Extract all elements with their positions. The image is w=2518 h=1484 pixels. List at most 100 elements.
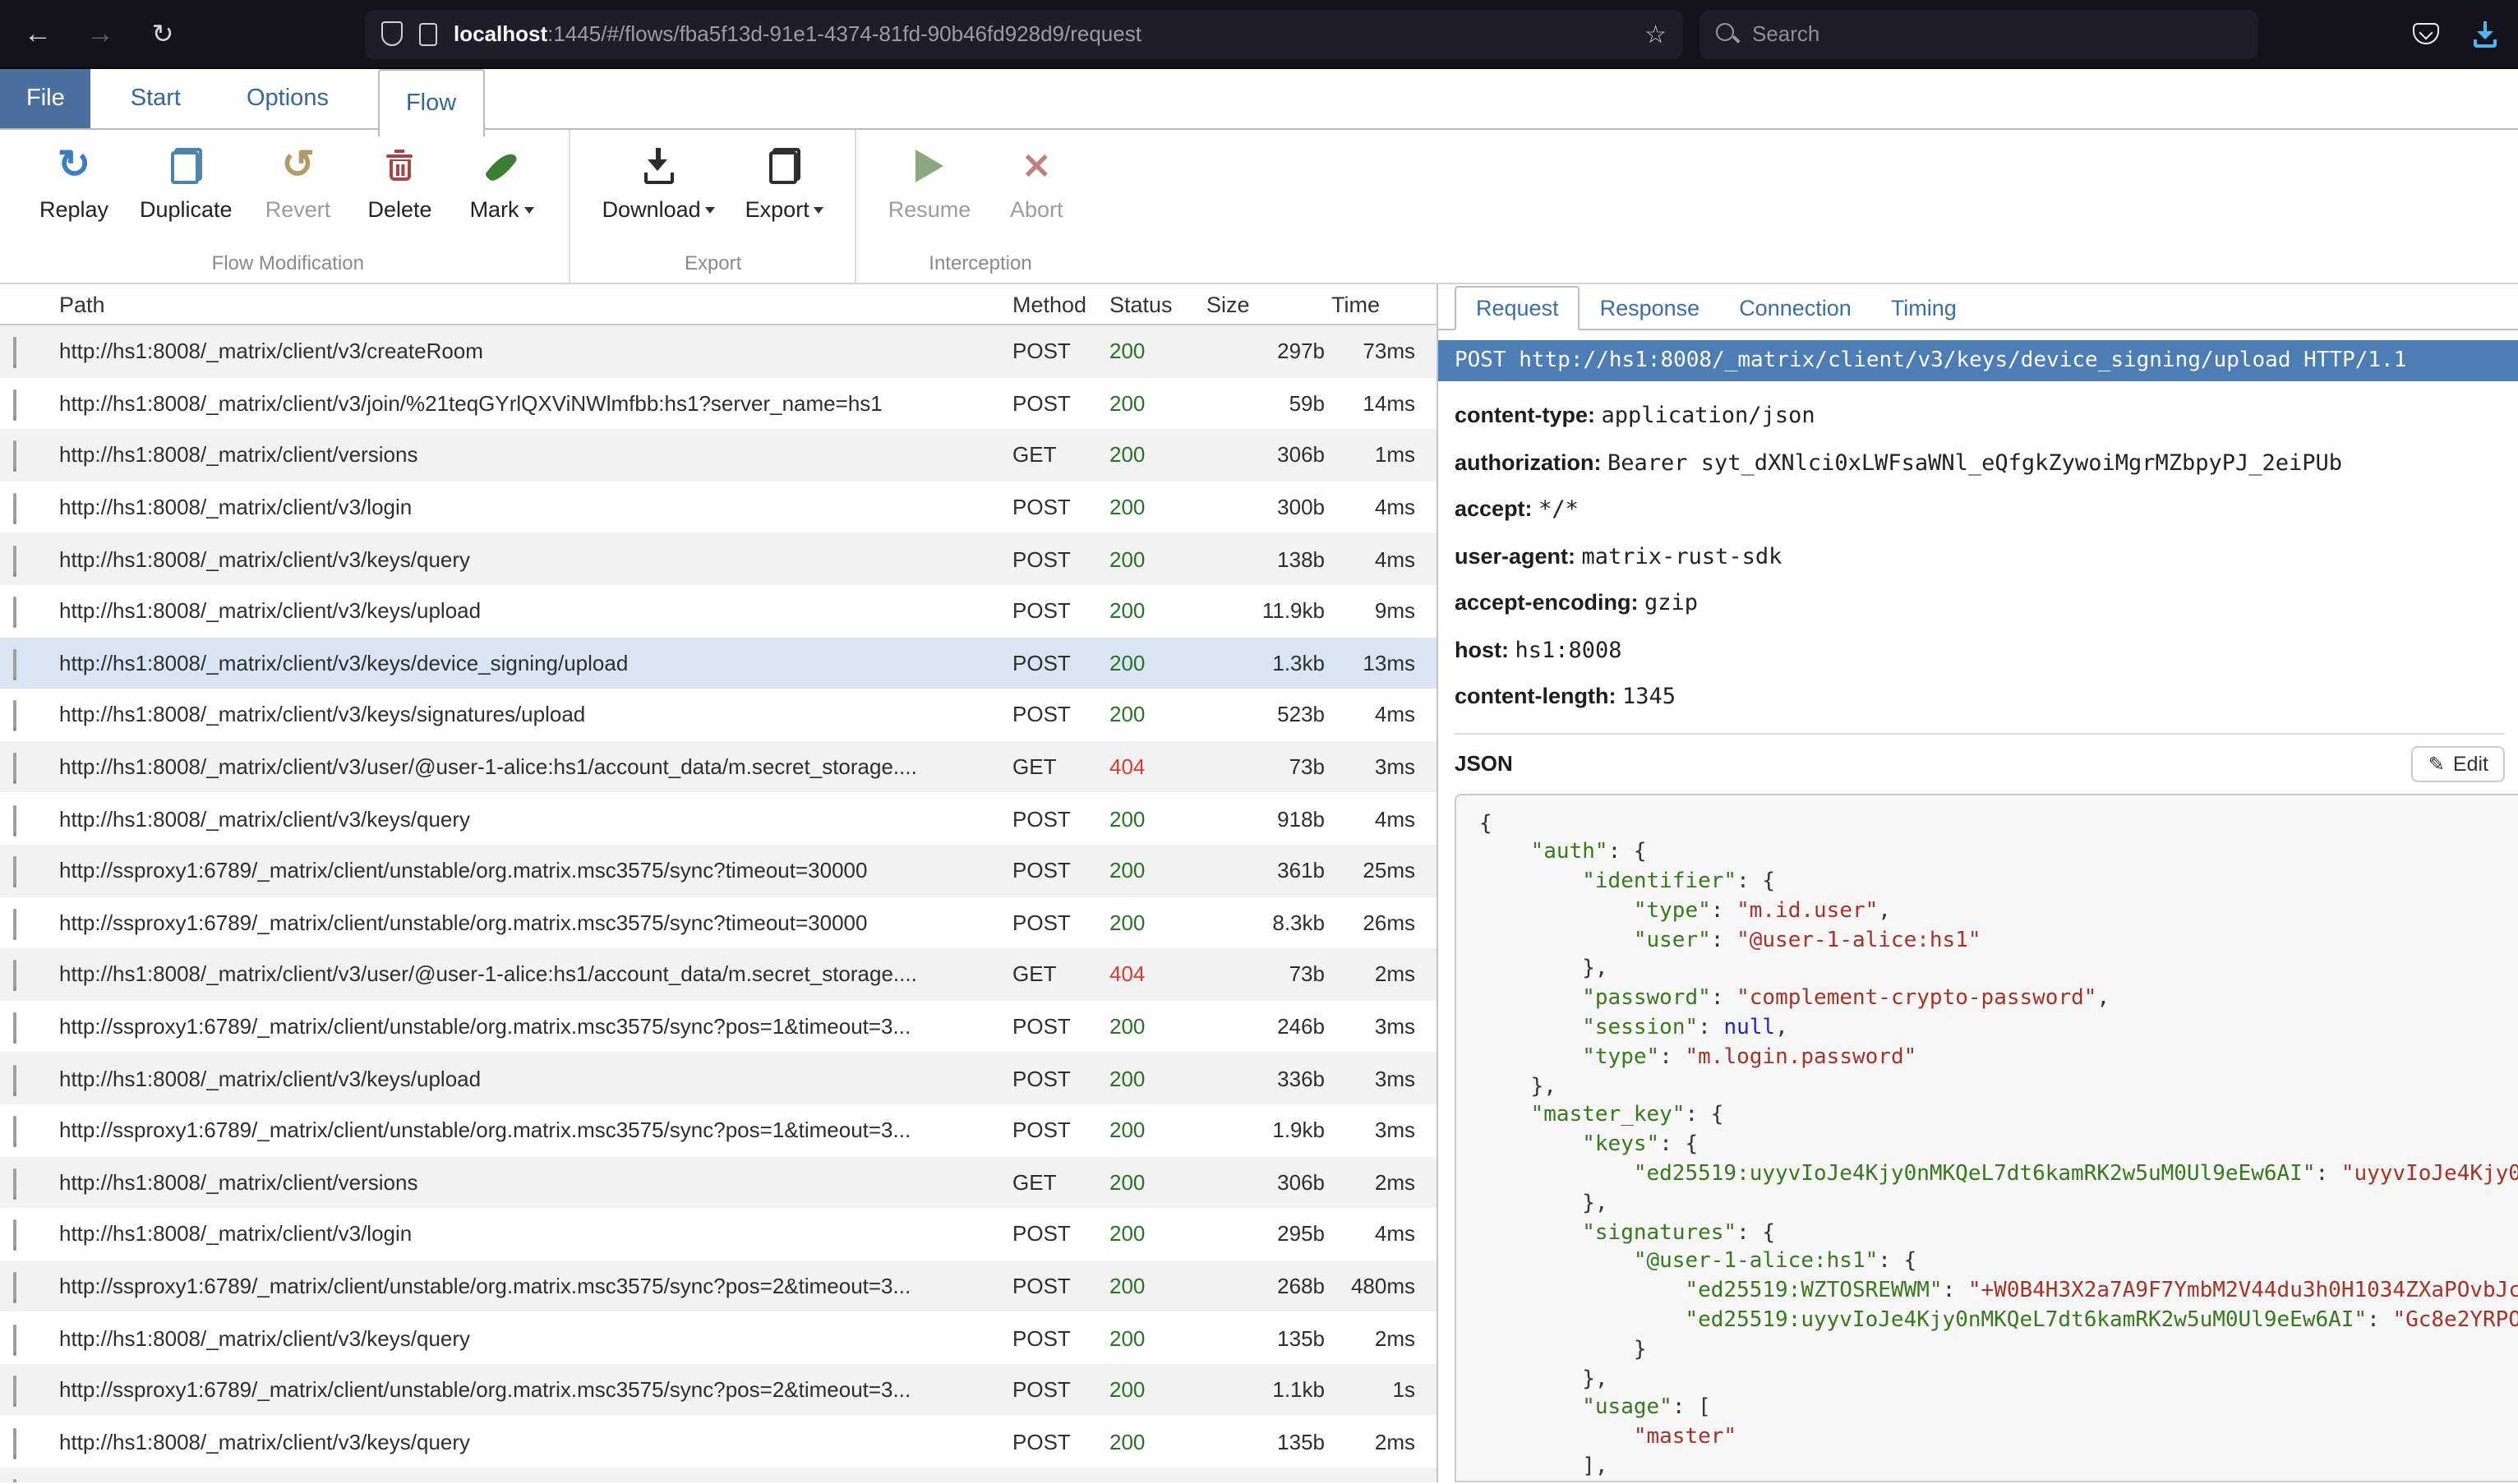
json-punct: }, [1479,1366,1608,1391]
flow-icon-cell [0,651,59,675]
json-key: "@user-1-alice:hs1" [1634,1250,1878,1274]
json-key: "session" [1582,1016,1698,1040]
flow-row[interactable]: http://hs1:8008/_matrix/client/v3/user/@… [0,948,1437,1000]
flow-size: 295b [1200,1222,1325,1247]
downloads-icon[interactable] [2472,21,2498,47]
delete-trash-icon [387,150,413,182]
flow-row[interactable]: http://hs1:8008/_matrix/client/v3/keys/q… [0,793,1437,845]
header-name: host: [1455,637,1515,661]
json-line: }, [1479,1365,2518,1394]
pocket-icon[interactable] [2413,23,2439,44]
flow-row[interactable]: http://hs1:8008/_matrix/client/v3/join/%… [0,377,1437,429]
menu-bar: File Start Options Flow [0,69,2518,130]
detail-tab-request[interactable]: Request [1455,286,1580,330]
json-line: }, [1479,1072,2518,1102]
menu-file[interactable]: File [0,69,91,128]
flow-row[interactable]: http://hs1:8008/_matrix/client/v3/keys/d… [0,637,1437,689]
reload-button[interactable]: ↻ [138,9,187,58]
request-header[interactable]: accept-encoding: gzip [1455,590,2502,616]
menu-tab-flow[interactable]: Flow [378,69,484,136]
json-punct [1479,928,1634,952]
flow-time: 3ms [1325,1014,1437,1039]
abort-button[interactable]: × Abort [1000,140,1072,248]
json-line: ], [1479,1453,2518,1482]
download-button[interactable]: Download [602,140,716,248]
flow-row[interactable]: http://hs1:8008/_matrix/client/v3/loginP… [0,482,1437,533]
flow-row[interactable]: http://ssproxy1:6789/_matrix/client/unst… [0,1000,1437,1052]
flow-row[interactable]: http://hs1:8008/_matrix/client/v3/create… [0,325,1437,377]
json-punct: : [1711,928,1736,952]
column-header-path[interactable]: Path [59,292,1012,316]
json-punct: }, [1479,957,1608,982]
flow-method: POST [1012,651,1109,675]
json-body-viewer[interactable]: { "auth": { "identifier": { "type": "m.i… [1455,793,2518,1482]
json-line: "usage": [ [1479,1394,2518,1424]
document-icon [13,961,16,992]
flow-row[interactable]: http://hs1:8008/_matrix/client/v3/keys/q… [0,1416,1437,1468]
json-punct: } [1479,1338,1647,1362]
replay-button[interactable]: ↻ Replay [38,140,110,248]
request-headers: content-type: application/json authorizat… [1438,381,2518,730]
menu-start[interactable]: Start [104,69,207,128]
request-header[interactable]: host: hs1:8008 [1455,637,2502,663]
flow-row[interactable]: http://hs1:8008/_matrix/client/versionsG… [0,1156,1437,1208]
flow-row[interactable]: http://hs1:8008/_matrix/client/v3/keys/s… [0,689,1437,740]
json-null: null [1723,1016,1775,1040]
document-icon [13,909,16,940]
duplicate-button[interactable]: Duplicate [140,140,233,248]
json-key: "master_key" [1531,1104,1686,1128]
menu-options[interactable]: Options [220,69,355,128]
edit-button[interactable]: ✎ Edit [2412,745,2505,781]
bookmark-star-icon[interactable]: ☆ [1644,19,1667,48]
flow-row[interactable]: http://ssproxy1:6789/_matrix/client/unst… [0,896,1437,948]
back-button[interactable]: ← [13,9,62,58]
search-input[interactable]: Search [1699,9,2258,58]
column-header-method[interactable]: Method [1012,292,1109,316]
flow-size: 73b [1200,962,1325,987]
json-punct [1479,1396,1582,1421]
detail-tab-response[interactable]: Response [1580,288,1720,329]
flow-row[interactable]: http://hs1:8008/_matrix/client/versionsG… [0,429,1437,481]
flow-row[interactable]: http://ssproxy1:6789/_matrix/client/unst… [0,1260,1437,1311]
request-header[interactable]: accept: */* [1455,496,2502,523]
detail-tab-timing[interactable]: Timing [1871,288,1976,329]
detail-tab-connection[interactable]: Connection [1719,288,1871,329]
flow-time: 14ms [1325,391,1437,416]
tracking-protection-shield-icon[interactable] [381,21,403,46]
forward-button[interactable]: → [76,9,125,58]
flow-row[interactable]: http://hs1:8008/_matrix/client/v3/keys/u… [0,585,1437,637]
flow-row[interactable]: http://hs1:8008/_matrix/client/v3/loginP… [0,1208,1437,1260]
export-button[interactable]: Export [745,140,824,248]
column-header-size[interactable]: Size [1200,292,1325,316]
document-icon [13,545,16,576]
flow-row[interactable]: http://hs1:8008/_matrix/client/v3/user/@… [0,741,1437,793]
flow-row[interactable]: http://hs1:8008/_matrix/client/v3/keys/u… [0,1053,1437,1104]
flow-row[interactable]: http://ssproxy1:6789/_matrix/client/unst… [0,1364,1437,1416]
mark-button[interactable]: Mark [466,140,538,248]
flow-method: POST [1012,703,1109,727]
request-header[interactable]: content-length: 1345 [1455,684,2502,710]
main-content: Path Method Status Size Time http://hs1:… [0,284,2518,1482]
column-header-time[interactable]: Time [1325,292,1437,316]
column-header-status[interactable]: Status [1109,292,1200,316]
request-header[interactable]: content-type: application/json [1455,403,2502,429]
url-bar[interactable]: localhost:1445/#/flows/fba5f13d-91e1-437… [365,9,1683,58]
json-key: "type" [1582,1045,1659,1070]
flow-time: 480ms [1325,1274,1437,1298]
flow-row[interactable]: http://hs1:8008/_matrix/client/v3/keys/q… [0,533,1437,585]
resume-button[interactable]: Resume [888,140,971,248]
json-punct [1479,1133,1582,1158]
page-info-icon[interactable] [419,22,437,45]
request-header[interactable]: user-agent: matrix-rust-sdk [1455,543,2502,569]
flow-row[interactable] [0,1468,1437,1482]
revert-button[interactable]: ↺ Revert [262,140,334,248]
json-punct: : { [1736,1220,1775,1245]
request-line[interactable]: POST http://hs1:8008/_matrix/client/v3/k… [1438,340,2518,381]
json-punct: ], [1479,1454,1608,1479]
flow-status: 200 [1109,1377,1200,1402]
delete-button[interactable]: Delete [364,140,436,248]
flow-row[interactable]: http://hs1:8008/_matrix/client/v3/keys/q… [0,1312,1437,1364]
request-header[interactable]: authorization: Bearer syt_dXNlci0xLWFsaW… [1455,449,2502,476]
flow-row[interactable]: http://ssproxy1:6789/_matrix/client/unst… [0,845,1437,896]
flow-row[interactable]: http://ssproxy1:6789/_matrix/client/unst… [0,1104,1437,1156]
